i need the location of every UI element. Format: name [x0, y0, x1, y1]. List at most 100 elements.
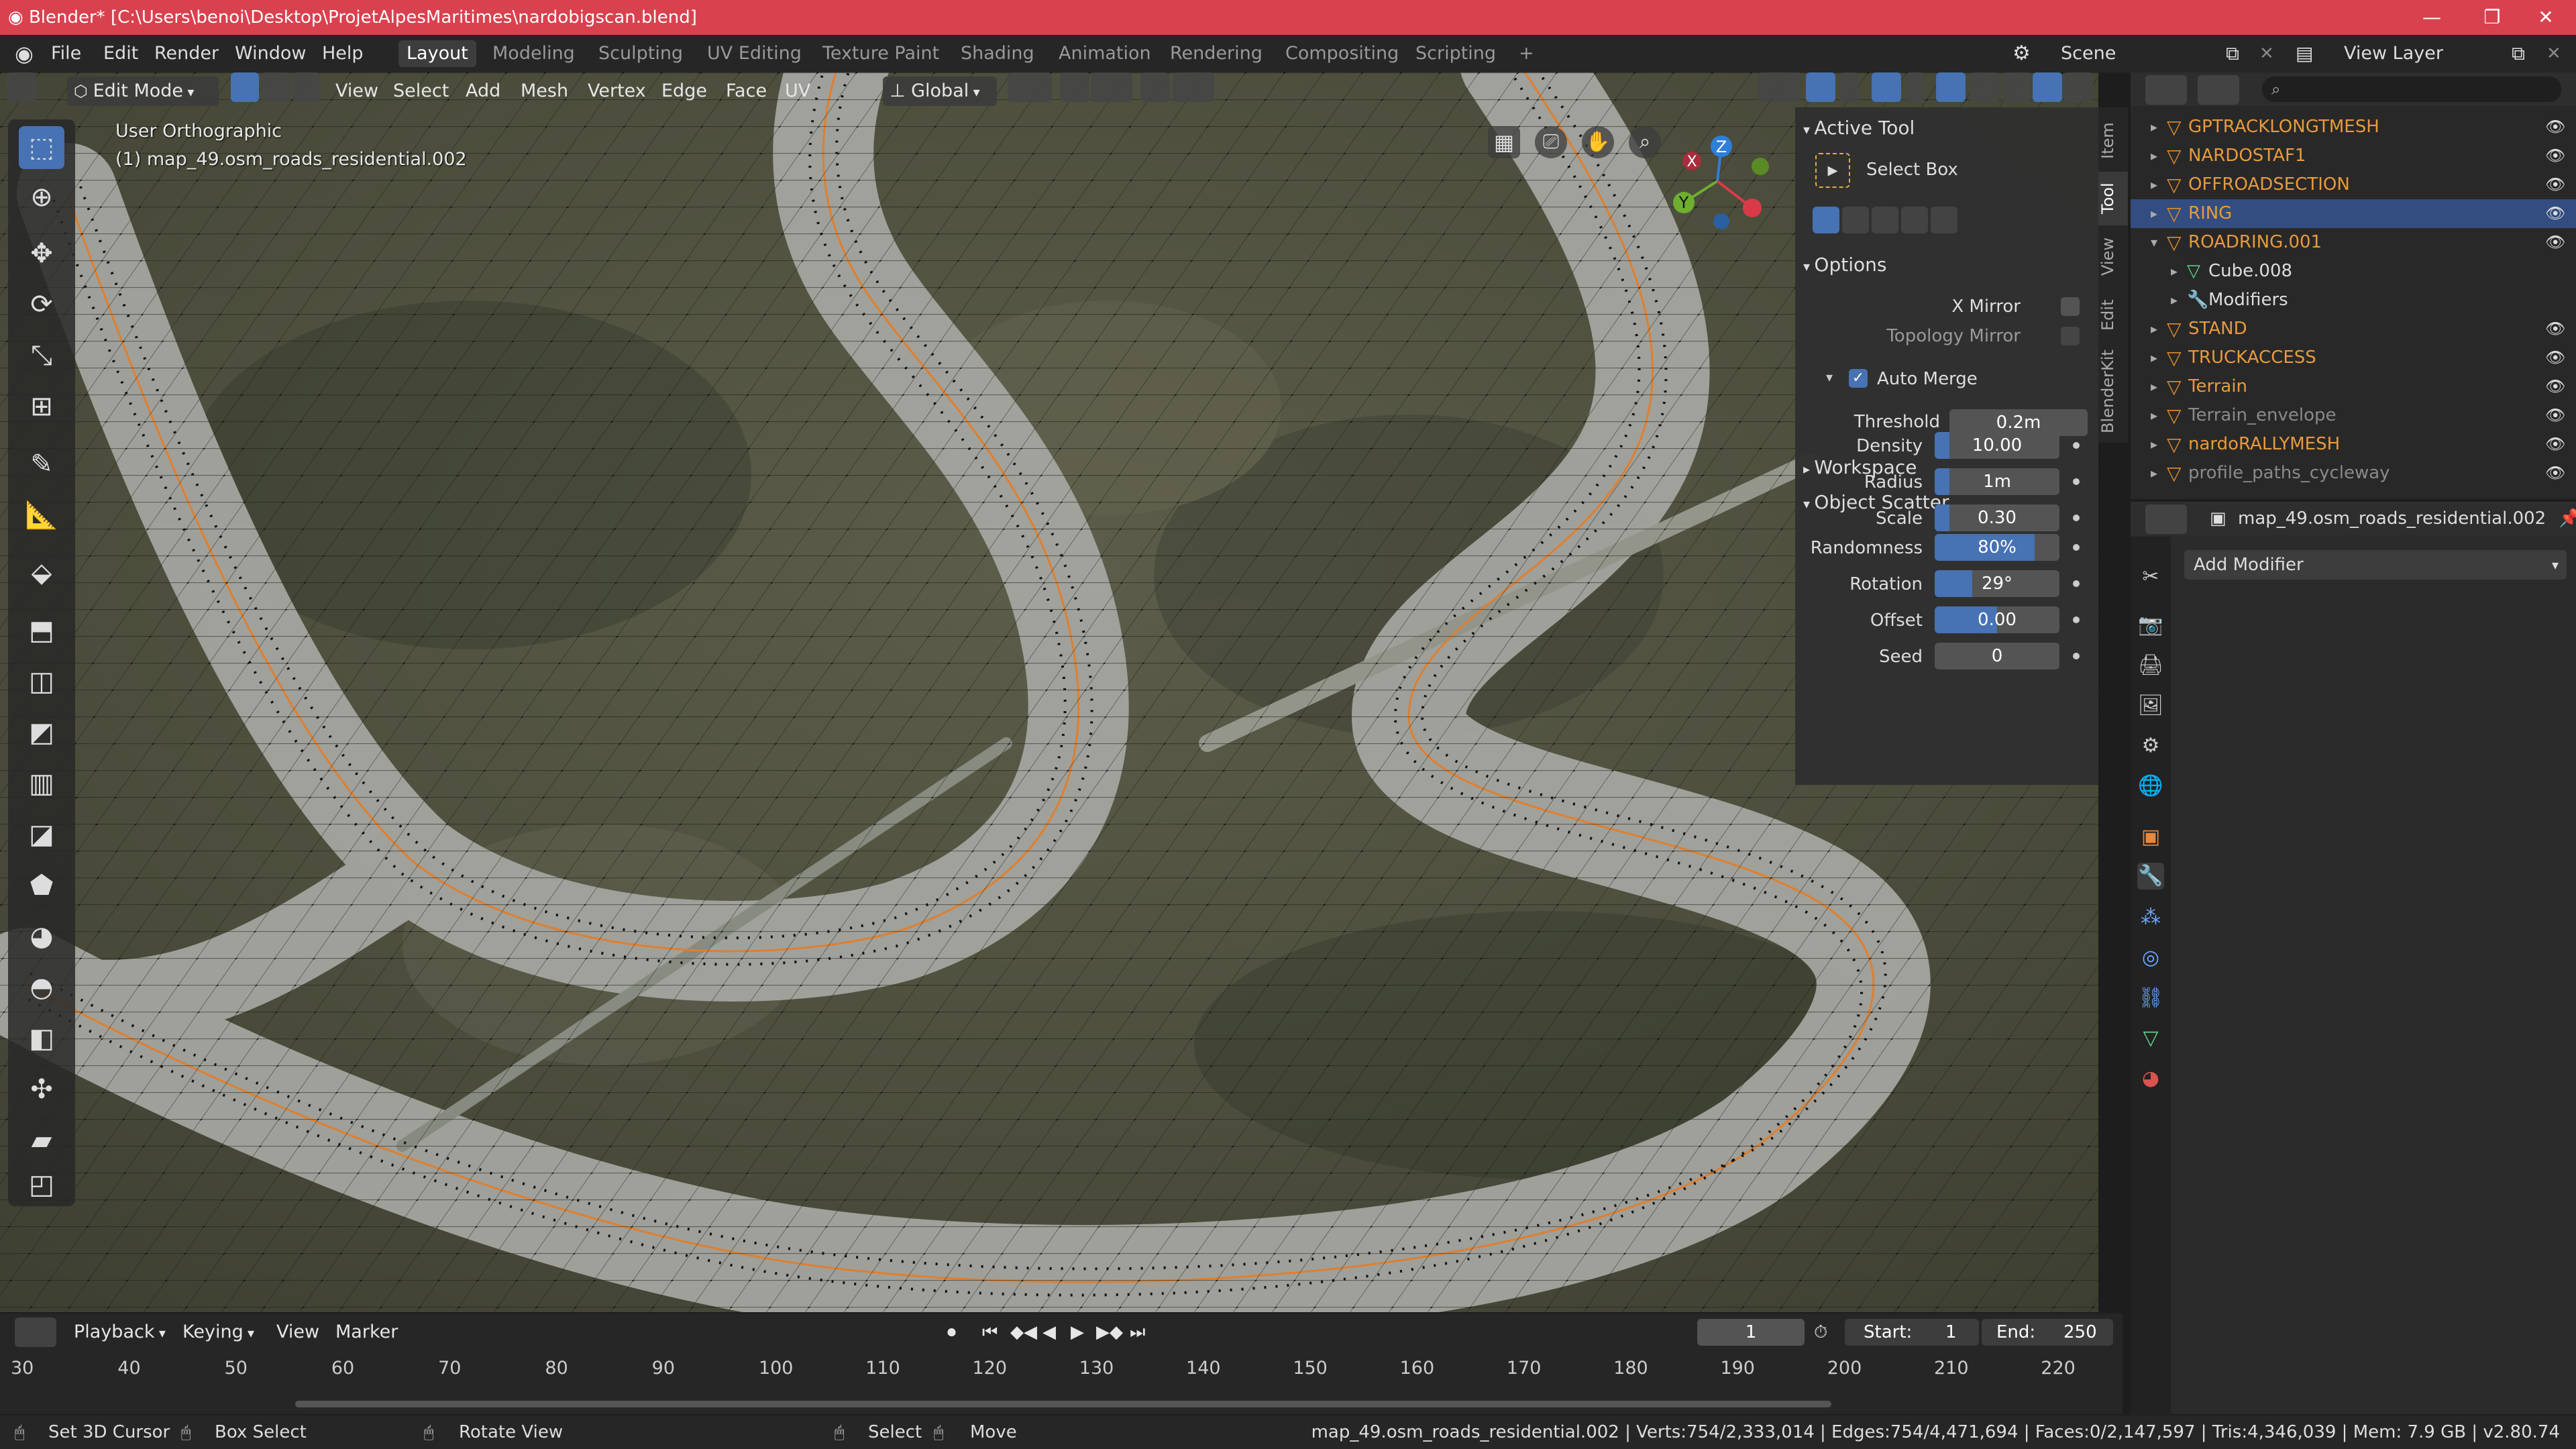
shrink-fatten-tool-icon[interactable]: ✣	[19, 1068, 64, 1111]
tab-rendering[interactable]: Rendering	[1162, 40, 1271, 67]
menu-vertex[interactable]: Vertex	[588, 76, 646, 106]
menu-file[interactable]: File	[51, 35, 81, 72]
select-mode-new-icon[interactable]	[1813, 207, 1839, 233]
tab-tool[interactable]: Tool	[2098, 172, 2128, 225]
options-header[interactable]: ▾ Options	[1803, 254, 1886, 276]
visibility-eye-icon[interactable]: 👁	[2545, 430, 2565, 459]
tab-modeling[interactable]: Modeling	[484, 40, 583, 67]
expand-toggle-icon[interactable]: ▸	[2151, 113, 2157, 142]
expand-toggle-icon[interactable]: ▸	[2171, 286, 2178, 315]
expand-toggle-icon[interactable]: ▸	[2151, 142, 2157, 170]
select-mode-intersect-icon[interactable]	[1931, 207, 1957, 233]
menu-keying[interactable]: Keying ▾	[182, 1318, 254, 1347]
vertex-select-mode-icon[interactable]	[231, 72, 259, 102]
play-reverse-icon[interactable]: ◀	[1042, 1318, 1056, 1347]
expand-toggle-icon[interactable]: ▸	[2151, 430, 2157, 459]
physics-properties-icon[interactable]: ◎	[2137, 945, 2164, 971]
tab-uv-editing[interactable]: UV Editing	[699, 40, 810, 67]
radius-keyframe-dot-icon[interactable]	[2073, 478, 2080, 485]
expand-toggle-icon[interactable]: ▸	[2151, 315, 2157, 343]
wireframe-shading-icon[interactable]	[1970, 72, 1999, 102]
seed-field[interactable]: 0	[1935, 643, 2059, 669]
visibility-eye-icon[interactable]: 👁	[2545, 401, 2565, 430]
tool-settings-icon[interactable]: ✂	[2137, 564, 2164, 590]
menu-render[interactable]: Render	[154, 35, 219, 72]
expand-toggle-icon[interactable]: ▸	[2151, 401, 2157, 430]
select-mode-subtract-icon[interactable]	[1872, 207, 1898, 233]
jump-keyframe-forward-icon[interactable]: ▶◆	[1096, 1318, 1123, 1347]
solid-shading-icon[interactable]	[2002, 72, 2031, 102]
spin-tool-icon[interactable]: ◕	[19, 915, 64, 958]
properties-editor-type-icon[interactable]	[2145, 504, 2187, 534]
bevel-tool-icon[interactable]: ◩	[19, 711, 64, 754]
knife-tool-icon[interactable]: ◪	[19, 813, 64, 856]
view-layer-selector[interactable]: View Layer	[2344, 35, 2443, 72]
xray-toggle-icon[interactable]	[1936, 72, 1966, 102]
rendered-shading-icon[interactable]	[2063, 72, 2093, 102]
outliner-search-input[interactable]: ⌕	[2262, 76, 2561, 102]
modifier-properties-icon[interactable]: 🔧	[2137, 863, 2164, 890]
expand-toggle-icon[interactable]: ▸	[2151, 372, 2157, 401]
object-properties-icon[interactable]: ▣	[2137, 824, 2164, 851]
visibility-selectability-icon[interactable]	[1758, 72, 1802, 102]
measure-tool-icon[interactable]: 📐	[19, 494, 64, 537]
density-keyframe-dot-icon[interactable]	[2073, 442, 2080, 449]
proportional-edit-icon[interactable]	[1140, 72, 1170, 102]
edge-slide-tool-icon[interactable]: ◧	[19, 1017, 64, 1060]
snap-target-icon[interactable]	[1091, 72, 1132, 102]
visibility-eye-icon[interactable]: 👁	[2545, 199, 2565, 228]
expand-toggle-icon[interactable]: ▸	[2171, 257, 2178, 286]
visibility-eye-icon[interactable]: 👁	[2545, 343, 2565, 372]
transform-tool-icon[interactable]: ⊞	[19, 385, 64, 428]
menu-mesh[interactable]: Mesh	[521, 76, 568, 106]
expand-toggle-icon[interactable]: ▾	[2151, 228, 2157, 257]
world-settings-icon[interactable]: 🌐	[2137, 773, 2164, 800]
tab-shading[interactable]: Shading	[953, 40, 1042, 67]
scale-tool-icon[interactable]: ⤡	[19, 334, 64, 377]
render-settings-icon[interactable]: 📷	[2137, 612, 2164, 639]
visibility-eye-icon[interactable]: 👁	[2545, 372, 2565, 401]
offset-field[interactable]: 0.00	[1935, 606, 2059, 633]
menu-edge[interactable]: Edge	[661, 76, 707, 106]
active-tool-header[interactable]: ▾ Active Tool	[1803, 117, 1915, 139]
output-settings-icon[interactable]: 🖨	[2137, 652, 2164, 679]
zoom-view-icon[interactable]: ⌕	[1629, 126, 1661, 158]
view-layer-settings-icon[interactable]: 🖼	[2137, 692, 2164, 719]
new-scene-icon[interactable]: ⧉	[2226, 35, 2239, 72]
smooth-tool-icon[interactable]: ◓	[19, 966, 64, 1009]
overlay-options-icon[interactable]	[1905, 72, 1924, 102]
current-frame-field[interactable]: 1	[1697, 1319, 1805, 1346]
topology-mirror-checkbox[interactable]	[2061, 327, 2080, 345]
play-icon[interactable]: ▶	[1071, 1318, 1084, 1347]
mode-selector[interactable]: ⬡ Edit Mode ▾	[67, 76, 219, 106]
x-mirror-checkbox[interactable]	[2061, 297, 2080, 316]
shear-tool-icon[interactable]: ▰	[19, 1119, 64, 1162]
minimize-button[interactable]: —	[2402, 0, 2462, 35]
visibility-eye-icon[interactable]: 👁	[2545, 170, 2565, 199]
tab-item[interactable]: Item	[2098, 114, 2128, 168]
scene-settings-icon[interactable]: ⚙	[2137, 733, 2164, 759]
visibility-eye-icon[interactable]: 👁	[2545, 142, 2565, 170]
overlay-toggle-icon[interactable]	[1872, 72, 1901, 102]
menu-select[interactable]: Select	[393, 76, 449, 106]
outliner-row[interactable]: ▸ ▽ nardoRALLYMESH 👁	[2131, 430, 2576, 459]
select-box-icon[interactable]: ▸	[1815, 153, 1850, 188]
cursor-tool-icon[interactable]: ⊕	[19, 176, 64, 219]
expand-toggle-icon[interactable]: ▸	[2151, 459, 2157, 488]
outliner-row[interactable]: ▸ ▽ Cube.008	[2131, 257, 2576, 286]
menu-playback[interactable]: Playback ▾	[74, 1318, 166, 1347]
select-mode-extend-icon[interactable]	[1842, 207, 1869, 233]
chevron-down-icon[interactable]: ▾	[1826, 369, 1833, 385]
particle-properties-icon[interactable]: ⁂	[2137, 904, 2164, 931]
constraint-properties-icon[interactable]: ⛓	[2137, 985, 2164, 1012]
maximize-button[interactable]: ❐	[2462, 0, 2522, 35]
visibility-eye-icon[interactable]: 👁	[2545, 315, 2565, 343]
camera-view-icon[interactable]: ⎚	[1535, 126, 1567, 158]
start-frame-field[interactable]: Start: 1	[1845, 1319, 1979, 1346]
jump-keyframe-back-icon[interactable]: ◆◀	[1010, 1318, 1037, 1347]
scene-selector[interactable]: Scene	[2061, 35, 2116, 72]
outliner-editor-type-icon[interactable]	[2145, 75, 2187, 105]
scale-keyframe-dot-icon[interactable]	[2073, 515, 2080, 521]
tab-scripting[interactable]: Scripting	[1407, 40, 1504, 67]
scene-icon[interactable]: ⚙	[2012, 35, 2031, 72]
